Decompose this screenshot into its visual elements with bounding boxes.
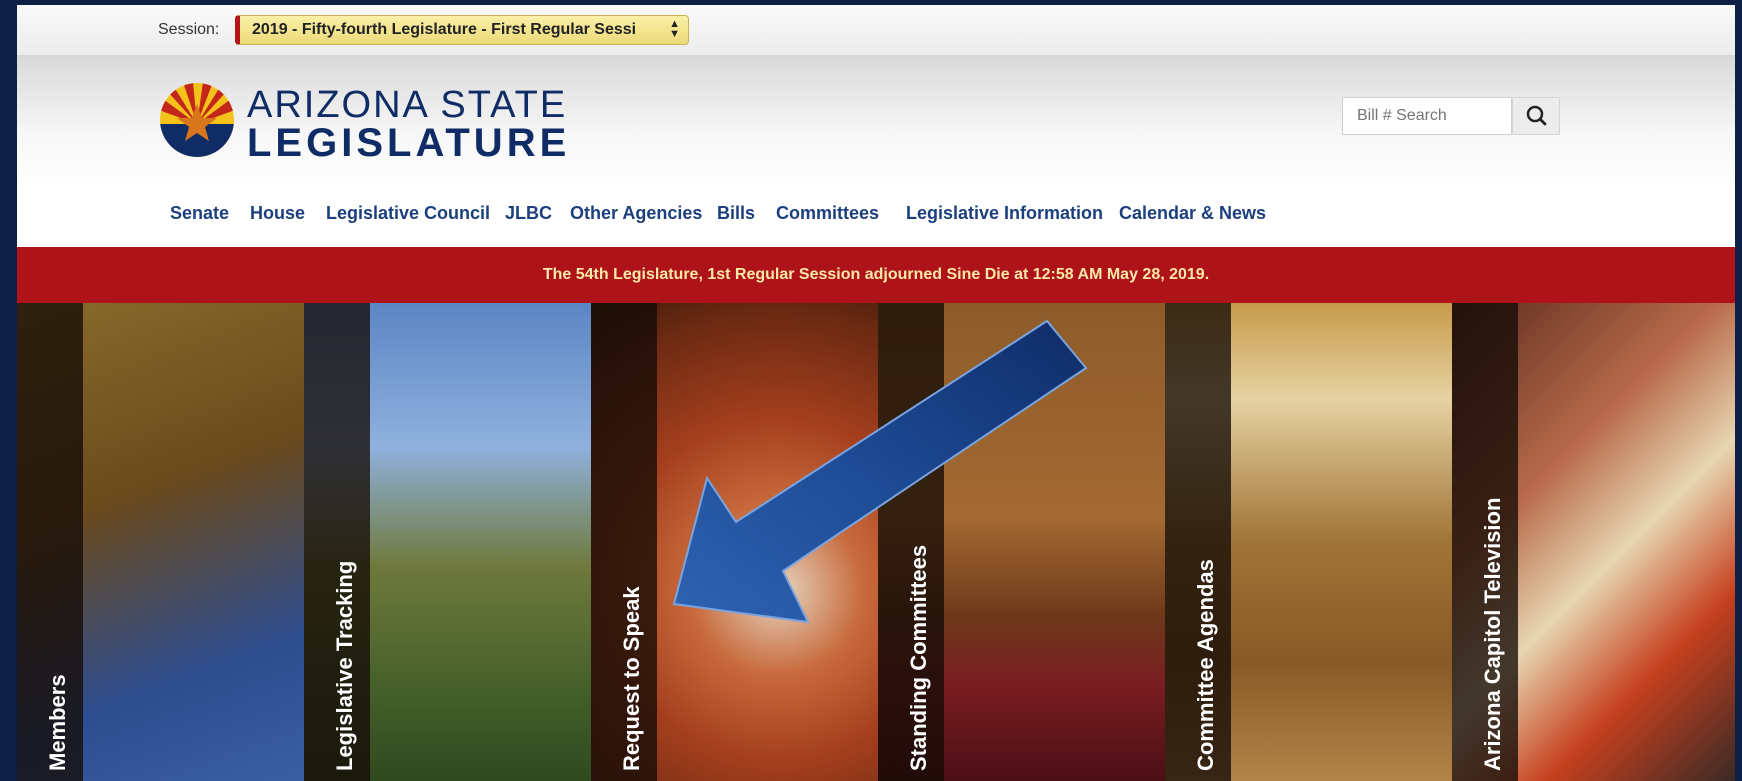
tile-label-request-to-speak: Request to Speak — [619, 586, 644, 771]
session-bar: Session: 2019 - Fifty-fourth Legislature… — [17, 5, 1735, 56]
tile-standing-committees[interactable]: Standing Committees — [878, 303, 1165, 781]
nav-legislative-council[interactable]: Legislative Council — [326, 203, 490, 224]
session-alert-banner: The 54th Legislature, 1st Regular Sessio… — [17, 247, 1735, 303]
search-icon — [1526, 105, 1547, 126]
session-selected-value: 2019 - Fifty-fourth Legislature - First … — [252, 21, 637, 38]
feature-tiles: Members Legislative Tracking Request to … — [17, 303, 1735, 781]
session-label: Session: — [158, 21, 220, 38]
nav-other-agencies[interactable]: Other Agencies — [570, 203, 702, 224]
tile-label-arizona-capitol-television: Arizona Capitol Television — [1480, 497, 1505, 771]
select-arrows-icon: ▲ ▼ — [669, 18, 680, 40]
nav-calendar-news[interactable]: Calendar & News — [1119, 203, 1266, 224]
tile-request-to-speak[interactable]: Request to Speak — [591, 303, 878, 781]
arizona-flag-emblem-icon[interactable] — [159, 82, 235, 158]
nav-legislative-information[interactable]: Legislative Information — [906, 203, 1103, 224]
tile-label-legislative-tracking: Legislative Tracking — [332, 560, 357, 771]
tile-label-committee-agendas: Committee Agendas — [1193, 559, 1218, 771]
logo-title-line2[interactable]: LEGISLATURE — [247, 121, 570, 166]
session-select[interactable]: 2019 - Fifty-fourth Legislature - First … — [235, 15, 689, 45]
tile-arizona-capitol-television[interactable]: Arizona Capitol Television — [1452, 303, 1735, 781]
search-button[interactable] — [1512, 97, 1560, 135]
nav-house[interactable]: House — [250, 203, 305, 224]
nav-jlbc[interactable]: JLBC — [505, 203, 552, 224]
tile-label-standing-committees: Standing Committees — [906, 544, 931, 771]
site-header: ARIZONA STATE LEGISLATURE — [17, 56, 1735, 187]
tile-members[interactable]: Members — [17, 303, 304, 781]
main-nav: Senate House Legislative Council JLBC Ot… — [17, 187, 1735, 247]
tile-label-members: Members — [45, 674, 70, 771]
nav-committees[interactable]: Committees — [776, 203, 879, 224]
bill-search-input[interactable] — [1342, 97, 1512, 135]
tile-committee-agendas[interactable]: Committee Agendas — [1165, 303, 1452, 781]
page: Session: 2019 - Fifty-fourth Legislature… — [17, 5, 1735, 781]
nav-bills[interactable]: Bills — [717, 203, 755, 224]
nav-senate[interactable]: Senate — [170, 203, 229, 224]
tile-legislative-tracking[interactable]: Legislative Tracking — [304, 303, 591, 781]
